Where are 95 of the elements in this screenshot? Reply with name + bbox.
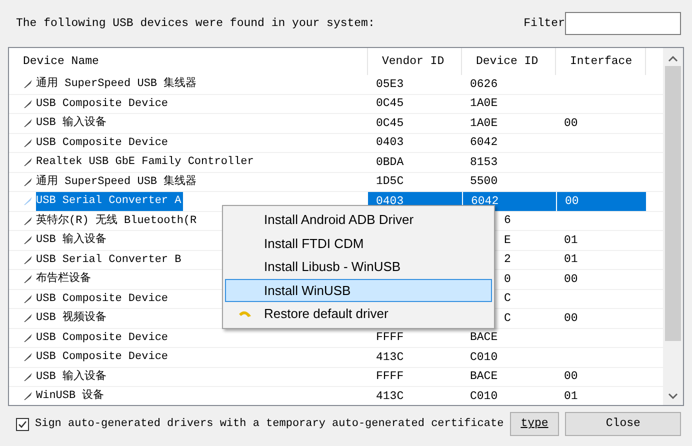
table-cell-text: C010 [470,350,498,366]
table-cell-text: 00 [565,194,579,210]
scroll-down-icon[interactable] [668,393,678,399]
plug-icon [23,235,33,246]
table-cell-text: 8153 [470,154,498,171]
table-cell-text: USB Composite Device [36,330,170,346]
menu-item[interactable]: Restore default driver [225,302,492,326]
table-cell-text: 6042 [471,194,499,210]
table-cell-text: FFFF [376,330,404,346]
table-cell-text: USB 视频设备 [36,310,108,326]
table-cell-text: USB Composite Device [36,96,170,112]
scrollbar-thumb[interactable] [665,66,681,341]
table-cell-text: FFFF [376,369,404,386]
table-cell-text: 00 [564,369,578,386]
plug-icon [23,254,33,265]
checkbox-label: Sign auto-generated drivers with a temporary auto-generated certificate [35,416,504,432]
table-cell-text: USB Composite Device [36,136,170,150]
column-header[interactable]: Device ID [462,48,556,75]
table-cell-text: 2 [504,252,511,268]
table-cell-text: 0C45 [376,116,404,132]
table-row[interactable]: USB Composite Device 0C45 1A0E [9,94,663,114]
close-button[interactable]: Close [565,412,681,436]
plug-icon [23,216,33,226]
table-cell-text: 英特尔(R) 无线 Bluetooth(R [36,213,198,228]
table-cell-text: 00 [564,116,578,132]
table-row[interactable]: USB Composite Device 413C C010 [9,348,663,368]
column-header[interactable]: Vendor ID [368,48,462,75]
table-cell-text: 6042 [470,135,498,152]
table-cell-text: 通用 SuperSpeed USB 集线器 [36,76,198,92]
table-cell-text: 413C [376,388,404,405]
table-cell-text: 0403 [376,194,404,210]
table-cell-text: C [504,310,511,327]
table-cell-text: 01 [564,388,578,405]
plug-icon [23,391,33,402]
plug-icon [23,176,33,187]
table-cell-text: 01 [564,232,578,249]
filter-field[interactable] [565,12,681,35]
plug-icon [23,98,33,109]
table-cell-text: 0403 [376,135,404,152]
table-cell-text: 00 [564,310,578,327]
table-cell-text: 00 [564,272,578,288]
plug-icon [23,274,33,284]
table-cell-text: 0BDA [376,154,404,171]
plug-icon [23,157,33,168]
check-icon [18,420,27,428]
plug-icon [23,118,33,128]
plug-icon [23,138,33,148]
table-cell-text: WinUSB 设备 [36,388,106,404]
table-row[interactable]: 通用 SuperSpeed USB 集线器 05E3 0626 [9,75,663,94]
table-cell-text: BACE [470,330,498,346]
table-cell: USB Serial Converter A [36,192,184,210]
menu-item[interactable]: Install WinUSB [225,278,492,302]
plug-icon [23,352,33,362]
table-cell-text: 0 [504,272,511,288]
table-cell-text: USB 输入设备 [36,369,108,384]
table-cell-text: 0626 [470,76,498,93]
table-cell-text: BACE [470,369,498,386]
table-cell-text: 1A0E [470,96,498,112]
table-row[interactable]: USB 输入设备 FFFF BACE 00 [9,368,663,387]
plug-icon [23,294,33,304]
filter-label: Filter [524,16,565,32]
table-cell-text: 通用 SuperSpeed USB 集线器 [36,174,198,190]
table-cell-text: USB Composite Device [36,292,170,306]
table-cell-text: USB Composite Device [36,350,170,365]
type-button[interactable]: type [510,412,560,436]
table-cell-text: C [504,291,511,308]
table-cell-text: E [504,232,511,249]
table-cell-text: 05E3 [376,76,404,93]
table-cell-text: USB Serial Converter B [36,252,182,268]
table-cell-text: 1D5C [376,174,404,190]
table-cell-text: 01 [564,252,578,268]
table-cell-text: 413C [376,350,404,366]
table-row[interactable]: USB 输入设备 0C45 1A0E 00 [9,114,663,134]
table-cell-text: USB 输入设备 [36,115,108,131]
scroll-up-icon[interactable] [668,56,678,62]
plug-icon [23,372,33,382]
table-cell-text: C010 [470,388,498,405]
table-row[interactable]: USB Composite Device 0403 6042 [9,134,663,153]
plug-icon [23,79,33,90]
table-row[interactable]: Realtek USB GbE Family Controller 0BDA 8153 [9,153,663,172]
prompt-text: The following USB devices were found in your system: [16,16,376,32]
table-cell-text: 布告栏设备 [36,270,92,287]
scrollbar[interactable] [663,48,683,405]
plug-icon [23,196,33,206]
table-cell-text: 5500 [470,174,498,190]
column-header[interactable]: Device Name [9,48,368,75]
table-cell-text: 6 [504,213,511,230]
plug-icon [23,313,33,324]
table-cell-text: USB 输入设备 [36,232,108,248]
table-cell-text: Realtek USB GbE Family Controller [36,155,255,170]
sign-checkbox[interactable] [16,418,29,430]
table-cell-text: 0C45 [376,96,404,112]
plug-icon [23,332,33,343]
table-cell-text: 1A0E [470,116,498,132]
column-header[interactable]: Interface [556,48,646,75]
